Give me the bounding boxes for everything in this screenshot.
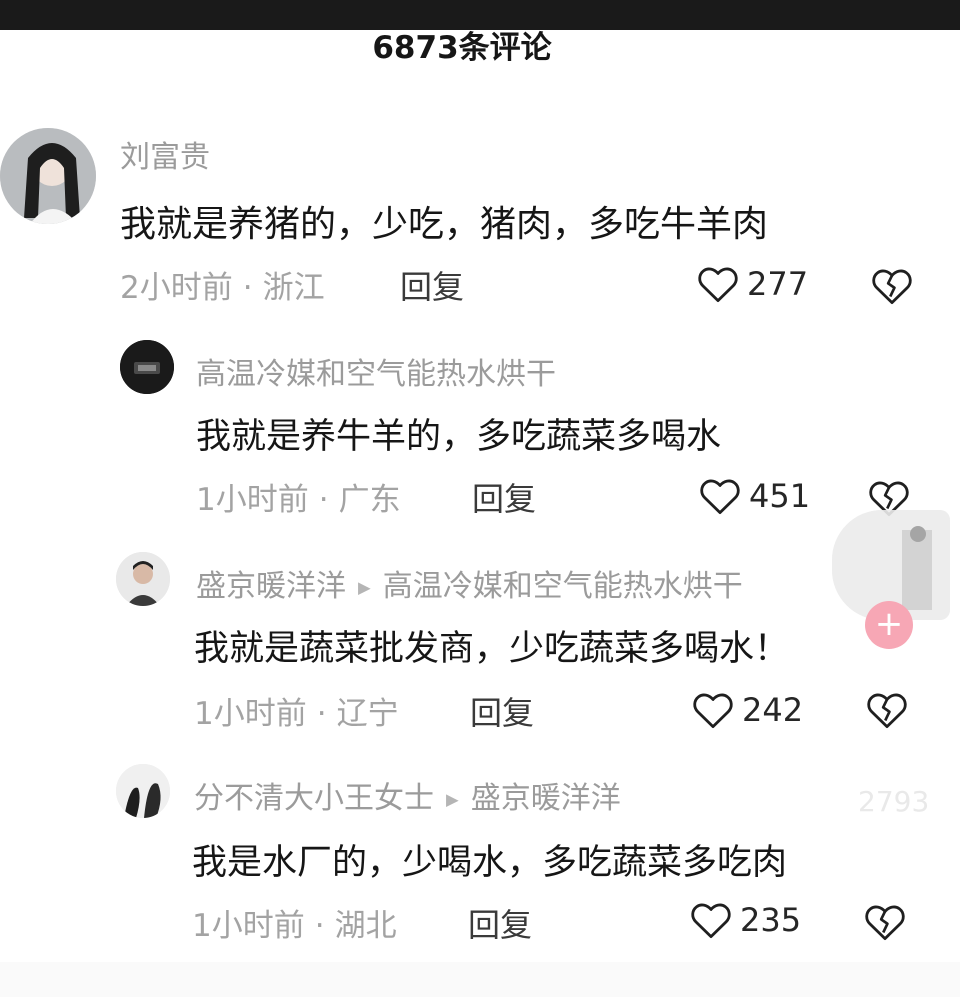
- heart-outline-icon: [693, 693, 733, 729]
- comment-time: 1小时前: [192, 908, 305, 944]
- avatar[interactable]: [0, 128, 96, 224]
- avatar[interactable]: [116, 764, 170, 818]
- comment-meta: 1小时前 · 辽宁: [194, 688, 399, 733]
- comment-username[interactable]: 高温冷媒和空气能热水烘干: [196, 349, 556, 393]
- meta-separator: ·: [316, 696, 327, 732]
- comment-text: 我就是养牛羊的，多吃蔬菜多喝水: [196, 417, 722, 457]
- reply-author[interactable]: 分不清大小王女士: [194, 781, 434, 816]
- comment-time: 2小时前: [120, 270, 233, 306]
- reply-button[interactable]: 回复: [468, 900, 532, 946]
- like-count: 235: [740, 901, 802, 939]
- dislike-button[interactable]: [864, 902, 906, 946]
- broken-heart-icon: [865, 905, 905, 941]
- status-bar: [0, 0, 960, 30]
- avatar[interactable]: [120, 340, 174, 394]
- like-button[interactable]: 235: [690, 900, 801, 940]
- bottom-bar: [0, 962, 960, 997]
- comment-location: 辽宁: [336, 696, 399, 732]
- comment-location: 湖北: [334, 908, 397, 944]
- meta-separator: ·: [314, 908, 325, 944]
- comment-meta: 1小时前 · 湖北: [192, 900, 397, 945]
- meta-separator: ·: [318, 482, 329, 518]
- like-count: 242: [742, 691, 804, 729]
- avatar[interactable]: [116, 552, 170, 606]
- comment-meta: 1小时前 · 广东: [196, 474, 401, 519]
- like-count: 277: [747, 265, 809, 303]
- comment-time: 1小时前: [196, 482, 309, 518]
- like-button[interactable]: 277: [697, 264, 808, 304]
- comment-text: 我就是蔬菜批发商，少吃蔬菜多喝水！: [194, 629, 790, 669]
- reply-to-user[interactable]: 高温冷媒和空气能热水烘干: [383, 569, 743, 604]
- comment-text: 我是水厂的，少喝水，多吃蔬菜多吃肉: [192, 843, 788, 883]
- comment-count-title: 6873条评论: [372, 30, 552, 66]
- heart-outline-icon: [700, 479, 740, 515]
- triangle-right-icon: ▶: [358, 578, 371, 597]
- reply-button[interactable]: 回复: [470, 688, 534, 734]
- comment-time: 1小时前: [194, 696, 307, 732]
- reply-author[interactable]: 盛京暖洋洋: [196, 569, 346, 604]
- like-button[interactable]: 242: [692, 690, 803, 730]
- comment-username: 盛京暖洋洋 ▶ 高温冷媒和空气能热水烘干: [196, 561, 743, 605]
- faded-count: 2793: [858, 785, 930, 818]
- dislike-button[interactable]: [871, 266, 913, 310]
- heart-outline-icon: [691, 903, 731, 939]
- comment-username[interactable]: 刘富贵: [120, 132, 210, 176]
- comment-meta: 2小时前 · 浙江: [120, 262, 325, 307]
- reply-button[interactable]: 回复: [400, 262, 464, 308]
- reply-to-user[interactable]: 盛京暖洋洋: [471, 781, 621, 816]
- reply-button[interactable]: 回复: [472, 474, 536, 520]
- comment-location: 浙江: [262, 270, 325, 306]
- dislike-button[interactable]: [866, 690, 908, 734]
- meta-separator: ·: [242, 270, 253, 306]
- comment-username: 分不清大小王女士 ▶ 盛京暖洋洋: [194, 773, 621, 817]
- broken-heart-icon: [867, 693, 907, 729]
- comment-location: 广东: [338, 482, 401, 518]
- comment-text: 我就是养猪的，少吃，猪肉，多吃牛羊肉: [120, 204, 769, 245]
- heart-outline-icon: [698, 267, 738, 303]
- plus-icon[interactable]: +: [865, 601, 913, 649]
- like-count: 451: [749, 477, 811, 515]
- triangle-right-icon: ▶: [446, 790, 459, 809]
- like-button[interactable]: 451: [699, 476, 810, 516]
- broken-heart-icon: [872, 269, 912, 305]
